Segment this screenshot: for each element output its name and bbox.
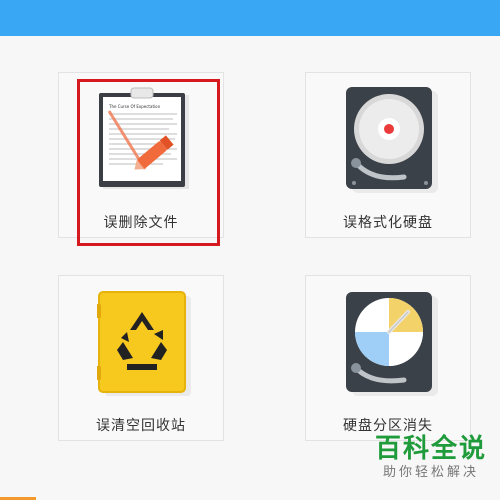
partition-disk-icon xyxy=(346,292,438,396)
watermark-title: 百科全说 xyxy=(374,434,487,464)
card-label: 误清空回收站 xyxy=(96,418,186,434)
card-formatted-disk[interactable]: 误格式化硬盘 xyxy=(305,72,471,238)
watermark: 百科全说 助你轻松解决 xyxy=(372,434,490,490)
card-label: 硬盘分区消失 xyxy=(343,418,433,434)
hard-disk-icon xyxy=(346,87,438,193)
watermark-subtitle: 助你轻松解决 xyxy=(382,465,479,480)
card-missing-partition[interactable]: 硬盘分区消失 xyxy=(305,275,471,441)
card-emptied-recycle-bin[interactable]: 误清空回收站 xyxy=(58,275,224,441)
selection-highlight xyxy=(77,79,220,246)
card-label: 误格式化硬盘 xyxy=(343,215,433,231)
top-bar xyxy=(0,0,500,36)
recycle-bin-icon xyxy=(97,291,191,396)
